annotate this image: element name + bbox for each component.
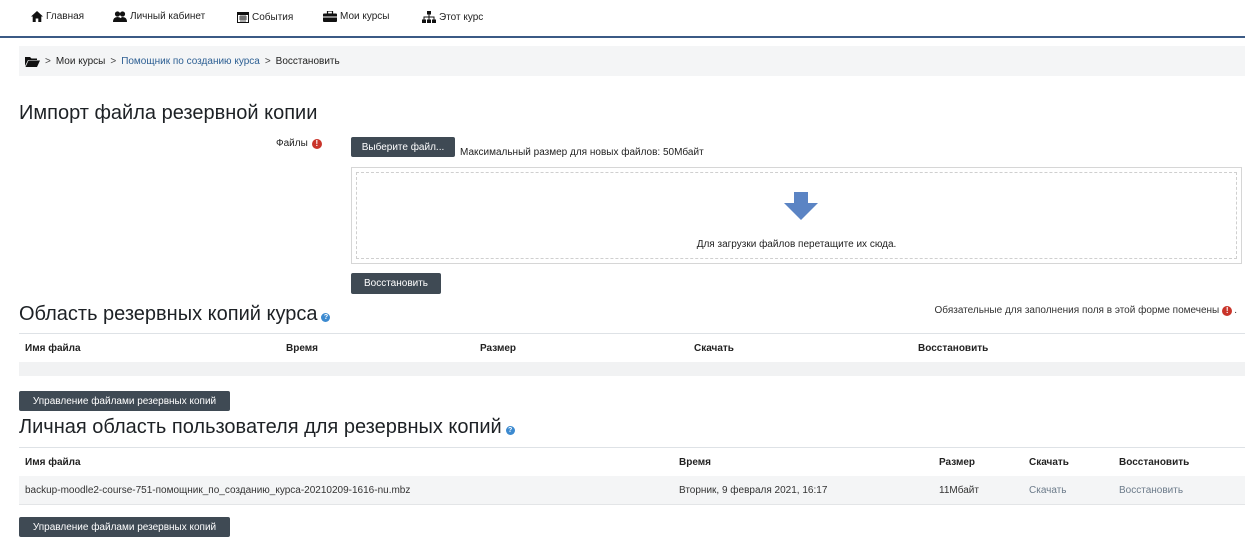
- column-header-filename: Имя файла: [25, 457, 81, 468]
- required-icon: !: [1222, 305, 1233, 316]
- file-dropzone[interactable]: Для загрузки файлов перетащите их сюда.: [351, 167, 1242, 264]
- files-label-text: Файлы: [276, 138, 308, 149]
- choose-file-button[interactable]: Выберите файл...: [351, 137, 455, 157]
- briefcase-icon: [323, 11, 337, 22]
- user-backup-table-header: Имя файла Время Размер Скачать Восстанов…: [19, 447, 1245, 477]
- nav-my-courses[interactable]: Мои курсы: [323, 11, 390, 22]
- course-backup-title-text: Область резервных копий курса: [19, 303, 318, 325]
- restore-button[interactable]: Восстановить: [351, 273, 441, 294]
- drop-text: Для загрузки файлов перетащите их сюда.: [696, 239, 897, 250]
- nav-home-label: Главная: [46, 11, 85, 22]
- breadcrumb-my-courses[interactable]: Мои курсы: [56, 56, 106, 67]
- manage-user-backups-button[interactable]: Управление файлами резервных копий: [19, 517, 230, 537]
- breadcrumb-bar: > Мои курсы > Помощник по созданию курса…: [19, 46, 1245, 76]
- column-header-restore: Восстановить: [918, 343, 989, 354]
- nav-events-label: События: [252, 11, 294, 23]
- required-note: Обязательные для заполнения поля в этой …: [935, 305, 1237, 316]
- table-row: backup-moodle2-course-751-помощник_по_со…: [19, 476, 1245, 505]
- required-note-text: Обязательные для заполнения поля в этой …: [934, 305, 1220, 316]
- course-backup-empty-row: [19, 362, 1245, 376]
- backup-size: 11Мбайт: [939, 485, 979, 496]
- course-backup-table-header: Имя файла Время Размер Скачать Восстанов…: [19, 333, 1245, 363]
- help-icon[interactable]: ?: [505, 426, 515, 435]
- breadcrumb-course[interactable]: Помощник по созданию курса: [121, 56, 260, 67]
- import-section-title: Импорт файла резервной копии: [19, 102, 318, 124]
- max-size-text: Максимальный размер для новых файлов: 50…: [460, 147, 704, 158]
- nav-home[interactable]: Главная: [31, 11, 84, 22]
- breadcrumb-restore: Восстановить: [275, 56, 340, 67]
- required-note-period: .: [1234, 305, 1237, 316]
- breadcrumb: > Мои курсы > Помощник по созданию курса…: [25, 56, 340, 67]
- manage-backups-button[interactable]: Управление файлами резервных копий: [19, 391, 230, 411]
- nav-this-course[interactable]: Этот курс: [422, 11, 483, 23]
- users-icon: [113, 11, 127, 22]
- restore-link[interactable]: Восстановить: [1119, 485, 1183, 496]
- files-label: Файлы !: [276, 138, 322, 149]
- column-header-filename: Имя файла: [25, 343, 81, 354]
- breadcrumb-separator: >: [264, 56, 271, 67]
- course-backup-title: Область резервных копий курса ?: [19, 303, 331, 326]
- backup-time: Вторник, 9 февраля 2021, 16:17: [679, 485, 828, 496]
- download-link[interactable]: Скачать: [1029, 485, 1067, 496]
- nav-this-course-label: Этот курс: [439, 11, 484, 23]
- column-header-download: Скачать: [694, 343, 734, 354]
- breadcrumb-separator: >: [110, 56, 117, 67]
- column-header-time: Время: [286, 343, 318, 354]
- sitemap-icon: [422, 11, 436, 23]
- folder-open-icon[interactable]: [25, 56, 40, 67]
- nav-dashboard[interactable]: Личный кабинет: [113, 11, 205, 22]
- download-arrow-icon: [784, 192, 818, 220]
- calendar-icon: [237, 12, 249, 23]
- breadcrumb-separator: >: [45, 56, 51, 67]
- help-icon[interactable]: ?: [321, 313, 331, 322]
- column-header-download: Скачать: [1029, 457, 1069, 468]
- column-header-restore: Восстановить: [1119, 457, 1190, 468]
- column-header-size: Размер: [939, 457, 976, 468]
- user-backup-title: Личная область пользователя для резервны…: [19, 416, 515, 439]
- nav-my-courses-label: Мои курсы: [340, 11, 390, 22]
- user-backup-title-text: Личная область пользователя для резервны…: [19, 416, 502, 438]
- nav-events[interactable]: События: [237, 11, 293, 23]
- required-icon: !: [311, 138, 322, 149]
- dropzone-border: Для загрузки файлов перетащите их сюда.: [356, 172, 1237, 259]
- home-icon: [31, 11, 43, 22]
- column-header-time: Время: [679, 457, 711, 468]
- column-header-size: Размер: [480, 343, 517, 354]
- backup-filename: backup-moodle2-course-751-помощник_по_со…: [25, 485, 411, 496]
- top-navbar: Главная Личный кабинет События Мои курсы…: [0, 0, 1245, 38]
- nav-dashboard-label: Личный кабинет: [130, 11, 206, 22]
